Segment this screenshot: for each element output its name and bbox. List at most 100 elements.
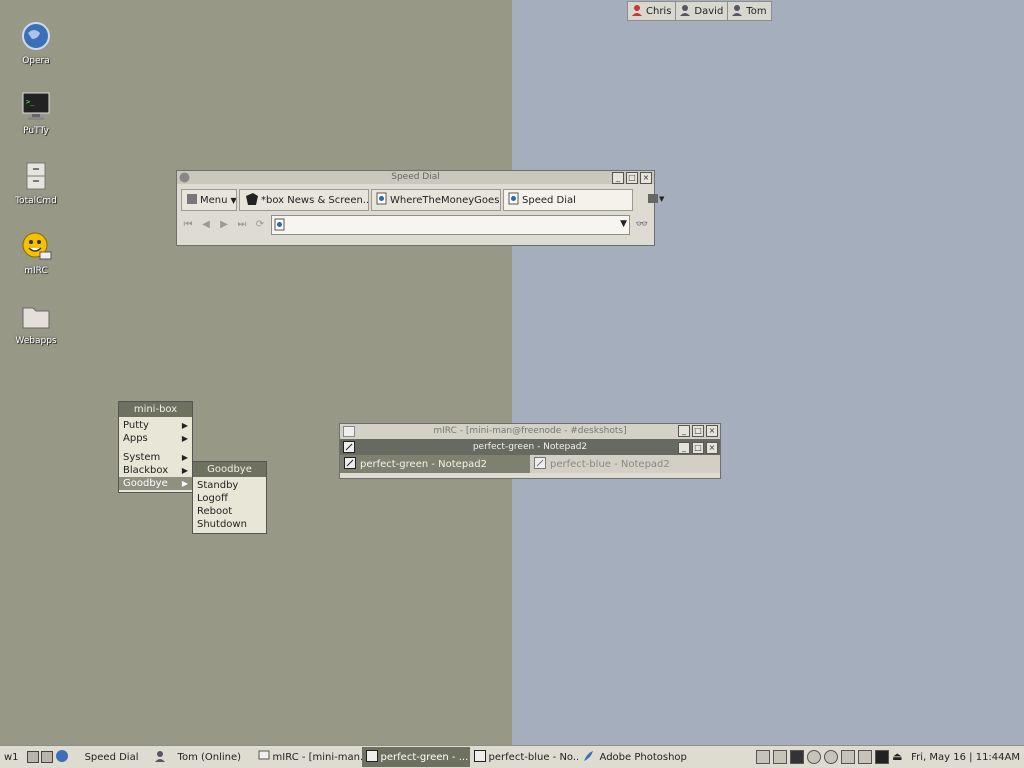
contact-david[interactable]: David: [676, 2, 729, 20]
tab-box-news[interactable]: *box News & Screen...: [239, 189, 369, 211]
forward-icon[interactable]: ▶: [217, 219, 231, 231]
task-label: Speed Dial: [84, 751, 139, 763]
chevron-down-icon[interactable]: ▼: [620, 219, 627, 229]
window-title: perfect-green - Notepad2: [472, 442, 588, 452]
workspace-label[interactable]: w1: [0, 747, 23, 767]
menu-item-apps[interactable]: Apps ▶: [119, 432, 192, 445]
tab-speed-dial[interactable]: Speed Dial: [503, 189, 633, 211]
tray-eject-icon[interactable]: ⏏: [892, 751, 904, 763]
reload-icon[interactable]: ⟳: [253, 219, 267, 231]
notepad-icon: [343, 441, 355, 459]
close-button[interactable]: ×: [706, 442, 718, 454]
menu-label: Menu: [200, 194, 228, 206]
contact-name: David: [694, 5, 724, 17]
tab-label: perfect-blue - Notepad2: [550, 458, 670, 470]
contacts-bar: Chris David Tom: [627, 1, 772, 21]
svg-text:>_: >_: [26, 98, 35, 106]
rewind-icon[interactable]: ⏮: [181, 219, 195, 231]
menu-item-logoff[interactable]: Logoff: [193, 492, 266, 505]
window-title: mIRC - [mini-man@freenode - #deskshots]: [433, 426, 627, 436]
glasses-icon[interactable]: 👓: [634, 219, 650, 231]
tray-image-icon[interactable]: [790, 750, 805, 764]
menu-item-shutdown[interactable]: Shutdown: [193, 518, 266, 531]
chevron-down-icon: ▼: [659, 195, 665, 203]
desktop-icon-totalcmd[interactable]: TotalCmd: [1, 160, 71, 206]
workspace-switcher[interactable]: [23, 747, 73, 767]
close-button[interactable]: ×: [640, 172, 652, 184]
prev-workspace-icon[interactable]: [26, 751, 39, 763]
tray-audio-icon[interactable]: [824, 750, 839, 764]
smiley-icon: [20, 230, 52, 262]
minimize-button[interactable]: _: [612, 172, 624, 184]
chevron-right-icon: ▶: [181, 466, 188, 475]
task-label: Adobe Photoshop: [599, 751, 687, 763]
desktop-icon-webapps[interactable]: Webapps: [1, 300, 71, 346]
notepad-titlebar[interactable]: perfect-green - Notepad2 _ □ ×: [340, 439, 720, 455]
person-icon: [680, 4, 691, 19]
trash-menu-button[interactable]: ▼: [643, 189, 675, 209]
menu-item-goodbye[interactable]: Goodbye ▶: [119, 477, 192, 490]
window-title: Speed Dial: [391, 172, 440, 182]
close-button[interactable]: ×: [706, 425, 718, 437]
clock[interactable]: Fri, May 16 | 11:44AM: [911, 752, 1020, 763]
task-label: perfect-blue - No...: [488, 751, 578, 763]
task-label: Tom (Online): [177, 751, 242, 763]
next-workspace-icon[interactable]: [40, 751, 53, 763]
tray-network-icon[interactable]: [807, 750, 822, 764]
desktop-icon-label: TotalCmd: [15, 196, 57, 206]
task-label: perfect-green - ...: [380, 751, 469, 763]
menu-item-reboot[interactable]: Reboot: [193, 505, 266, 518]
tray-app-icon[interactable]: [756, 750, 771, 764]
tray-window-icon[interactable]: [773, 750, 788, 764]
task-perfect-green[interactable]: perfect-green - ...: [361, 747, 470, 767]
minimize-button[interactable]: _: [678, 442, 690, 454]
task-tom-online[interactable]: Tom (Online): [151, 747, 254, 767]
menu-item-standby[interactable]: Standby: [193, 479, 266, 492]
menu-item-label: Putty: [123, 420, 149, 431]
system-tray: ⏏ Fri, May 16 | 11:44AM: [756, 750, 1024, 764]
tray-chat-icon[interactable]: [841, 750, 856, 764]
back-icon[interactable]: ◀: [199, 219, 213, 231]
desktop-icon-putty[interactable]: >_ PuTTy: [1, 90, 71, 136]
chevron-right-icon: ▶: [181, 479, 188, 488]
tab-label: *box News & Screen...: [261, 194, 369, 206]
maximize-button[interactable]: □: [692, 442, 704, 454]
maximize-button[interactable]: □: [626, 172, 638, 184]
minimize-button[interactable]: _: [678, 425, 690, 437]
speed-dial-titlebar[interactable]: Speed Dial _ □ ×: [177, 171, 654, 184]
tab-wherethemoneygoes[interactable]: WhereTheMoneyGoes...: [371, 189, 501, 211]
menu-title: mini-box: [119, 402, 192, 417]
maximize-button[interactable]: □: [692, 425, 704, 437]
task-mirc[interactable]: mIRC - [mini-man...: [254, 747, 362, 767]
folder-icon: [20, 300, 52, 332]
desktop-icon-mirc[interactable]: mIRC: [1, 230, 71, 276]
chevron-right-icon: ▶: [181, 453, 188, 462]
address-field[interactable]: ▼: [271, 215, 630, 235]
contact-tom[interactable]: Tom: [728, 2, 770, 20]
menu-item-blackbox[interactable]: Blackbox ▶: [119, 464, 192, 477]
task-perfect-blue[interactable]: perfect-blue - No...: [470, 747, 578, 767]
tab-perfect-blue[interactable]: perfect-blue - Notepad2: [530, 455, 720, 473]
page-icon: [376, 192, 387, 208]
tray-monitor-icon[interactable]: [858, 750, 873, 764]
speed-dial-window: Speed Dial _ □ × Menu ▼ *box News & Scre…: [176, 170, 664, 246]
menu-item-system[interactable]: System ▶: [119, 451, 192, 464]
opera-menu-icon: [186, 193, 198, 208]
desktop-icon-opera[interactable]: Opera: [1, 20, 71, 66]
chevron-right-icon: ▶: [181, 434, 188, 443]
task-speed-dial[interactable]: Speed Dial: [73, 747, 151, 767]
feather-icon: [582, 750, 594, 765]
person-icon: [732, 4, 743, 19]
menu-item-putty[interactable]: Putty ▶: [119, 419, 192, 432]
tab-perfect-green[interactable]: perfect-green - Notepad2: [340, 455, 530, 473]
menu-button[interactable]: Menu ▼: [181, 189, 237, 211]
menu-item-label: System: [123, 452, 161, 463]
fast-forward-icon[interactable]: ⏭: [235, 219, 249, 231]
mirc-titlebar[interactable]: mIRC - [mini-man@freenode - #deskshots] …: [340, 424, 720, 439]
desktop-icon-label: Webapps: [15, 336, 57, 346]
contact-name: Tom: [746, 5, 767, 17]
page-icon: [274, 218, 285, 234]
contact-chris[interactable]: Chris: [628, 2, 677, 20]
tray-black-icon[interactable]: [875, 750, 890, 764]
task-photoshop[interactable]: Adobe Photoshop: [578, 747, 691, 767]
